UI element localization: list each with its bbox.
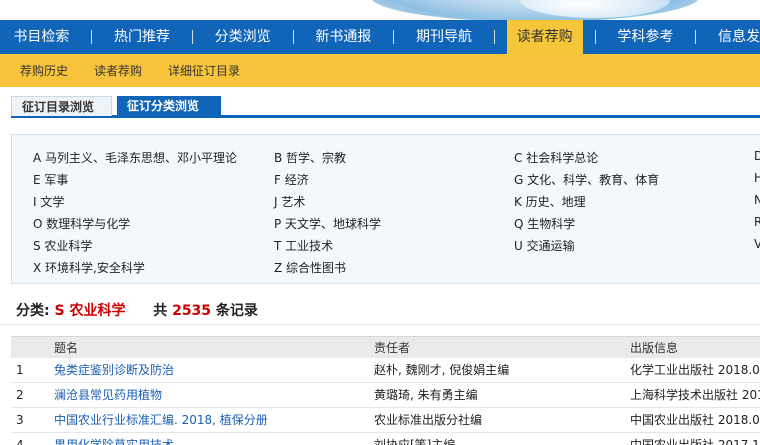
column-header-author: 责任者 (374, 341, 411, 355)
row-number: 3 (16, 413, 24, 427)
category-panel: A 马列主义、毛泽东思想、邓小平理论 B 哲学、宗教 C 社会科学总论 D E … (11, 134, 760, 284)
category-link[interactable]: O 数理科学与化学 (33, 215, 130, 232)
summary-category: S 农业科学 (54, 303, 126, 319)
nav-item-info[interactable]: 信息发 (718, 20, 760, 54)
nav-divider (91, 30, 92, 44)
summary-total-label: 共 (153, 303, 168, 319)
nav-item-subject-reference[interactable]: 学科参考 (617, 20, 673, 54)
nav-divider (192, 30, 193, 44)
tab-category-browse[interactable]: 征订分类浏览 (117, 96, 221, 116)
category-link[interactable]: S 农业科学 (33, 237, 92, 254)
nav-item-category-browse[interactable]: 分类浏览 (215, 20, 271, 54)
row-number: 2 (16, 388, 24, 402)
nav-item-reader-recommend[interactable]: 读者荐购 (506, 20, 583, 54)
category-link[interactable]: Z 综合性图书 (274, 259, 346, 276)
book-title-link[interactable]: 果用化学除草实用技术 (54, 433, 174, 445)
book-author: 黄璐琦, 朱有勇主编 (374, 388, 478, 402)
category-link[interactable]: C 社会科学总论 (514, 149, 598, 166)
category-link[interactable]: H (754, 171, 760, 185)
category-link[interactable]: D (754, 149, 760, 163)
category-link[interactable]: U 交通运输 (514, 237, 575, 254)
book-title-link[interactable]: 兔类症鉴别诊断及防治 (54, 358, 174, 382)
results-table-header: 题名 责任者 出版信息 (11, 336, 760, 358)
book-publication: 上海科学技术出版社 2018 (630, 388, 760, 402)
nav-item-catalog-search[interactable]: 书目检索 (13, 20, 69, 54)
nav-divider (393, 30, 395, 44)
summary-count: 2535 (172, 303, 212, 319)
category-link[interactable]: B 哲学、宗教 (274, 149, 346, 166)
book-author: 刘协应[等]主编 (374, 438, 456, 445)
summary-prefix: 分类: (16, 303, 50, 319)
category-link[interactable]: E 军事 (33, 171, 68, 188)
nav-divider (695, 30, 697, 44)
column-header-title: 题名 (54, 341, 79, 355)
nav-divider (594, 30, 596, 44)
category-link[interactable]: I 文学 (33, 193, 64, 210)
sub-nav: 荐购历史 读者荐购 详细征订目录 (0, 54, 760, 87)
view-tabs: 征订目录浏览 征订分类浏览 (11, 96, 760, 118)
column-header-publication: 出版信息 (630, 341, 679, 355)
table-row: 3 中国农业行业标准汇编. 2018, 植保分册 农业标准出版分社编 中国农业出… (11, 408, 760, 433)
row-number: 4 (16, 438, 24, 445)
summary-suffix: 条记录 (215, 303, 258, 319)
book-title-link[interactable]: 中国农业行业标准汇编. 2018, 植保分册 (54, 408, 268, 432)
nav-divider (494, 30, 495, 44)
category-link[interactable]: A 马列主义、毛泽东思想、邓小平理论 (33, 149, 237, 166)
book-author: 赵朴, 魏刚才, 倪俊娟主编 (374, 363, 510, 377)
category-link[interactable]: V (754, 237, 760, 251)
category-link[interactable]: K 历史、地理 (514, 193, 586, 210)
nav-item-hot-recommend[interactable]: 热门推荐 (114, 20, 170, 54)
row-number: 1 (16, 363, 24, 377)
nav-item-new-books[interactable]: 新书通报 (315, 20, 371, 54)
main-nav: 书目检索 热门推荐 分类浏览 新书通报 期刊导航 读者荐购 学科参考 信息发 (0, 20, 760, 54)
nav-divider (292, 30, 294, 44)
book-title-link[interactable]: 澜沧县常见药用植物 (54, 383, 162, 407)
book-publication: 中国农业出版社 2018.01 (630, 413, 760, 427)
table-row: 1 兔类症鉴别诊断及防治 赵朴, 魏刚才, 倪俊娟主编 化学工业出版社 2018… (11, 358, 760, 383)
book-publication: 中国农业出版社 2017.12 (630, 438, 760, 445)
category-link[interactable]: F 经济 (274, 171, 309, 188)
category-link[interactable]: N (754, 193, 760, 207)
subnav-history[interactable]: 荐购历史 (20, 62, 68, 79)
result-summary: 分类: S 农业科学 共 2535 条记录 (16, 300, 258, 320)
book-publication: 化学工业出版社 2018.03 (630, 363, 760, 377)
divider (0, 324, 760, 325)
header-banner (0, 0, 760, 20)
book-author: 农业标准出版分社编 (374, 413, 483, 427)
subnav-detailed-catalog[interactable]: 详细征订目录 (168, 62, 240, 79)
category-link[interactable]: X 环境科学,安全科学 (33, 259, 145, 276)
category-link[interactable]: Q 生物科学 (514, 215, 575, 232)
category-link[interactable]: T 工业技术 (274, 237, 333, 254)
nav-item-journals[interactable]: 期刊导航 (416, 20, 472, 54)
tab-catalog-browse[interactable]: 征订目录浏览 (11, 96, 112, 116)
category-link[interactable]: G 文化、科学、教育、体育 (514, 171, 659, 188)
subnav-reader-recommend[interactable]: 读者荐购 (94, 62, 142, 79)
category-link[interactable]: R (754, 215, 760, 229)
table-row: 4 果用化学除草实用技术 刘协应[等]主编 中国农业出版社 2017.12 (11, 433, 760, 445)
category-link[interactable]: P 天文学、地球科学 (274, 215, 381, 232)
category-link[interactable]: J 艺术 (274, 193, 305, 210)
table-row: 2 澜沧县常见药用植物 黄璐琦, 朱有勇主编 上海科学技术出版社 2018 (11, 383, 760, 408)
